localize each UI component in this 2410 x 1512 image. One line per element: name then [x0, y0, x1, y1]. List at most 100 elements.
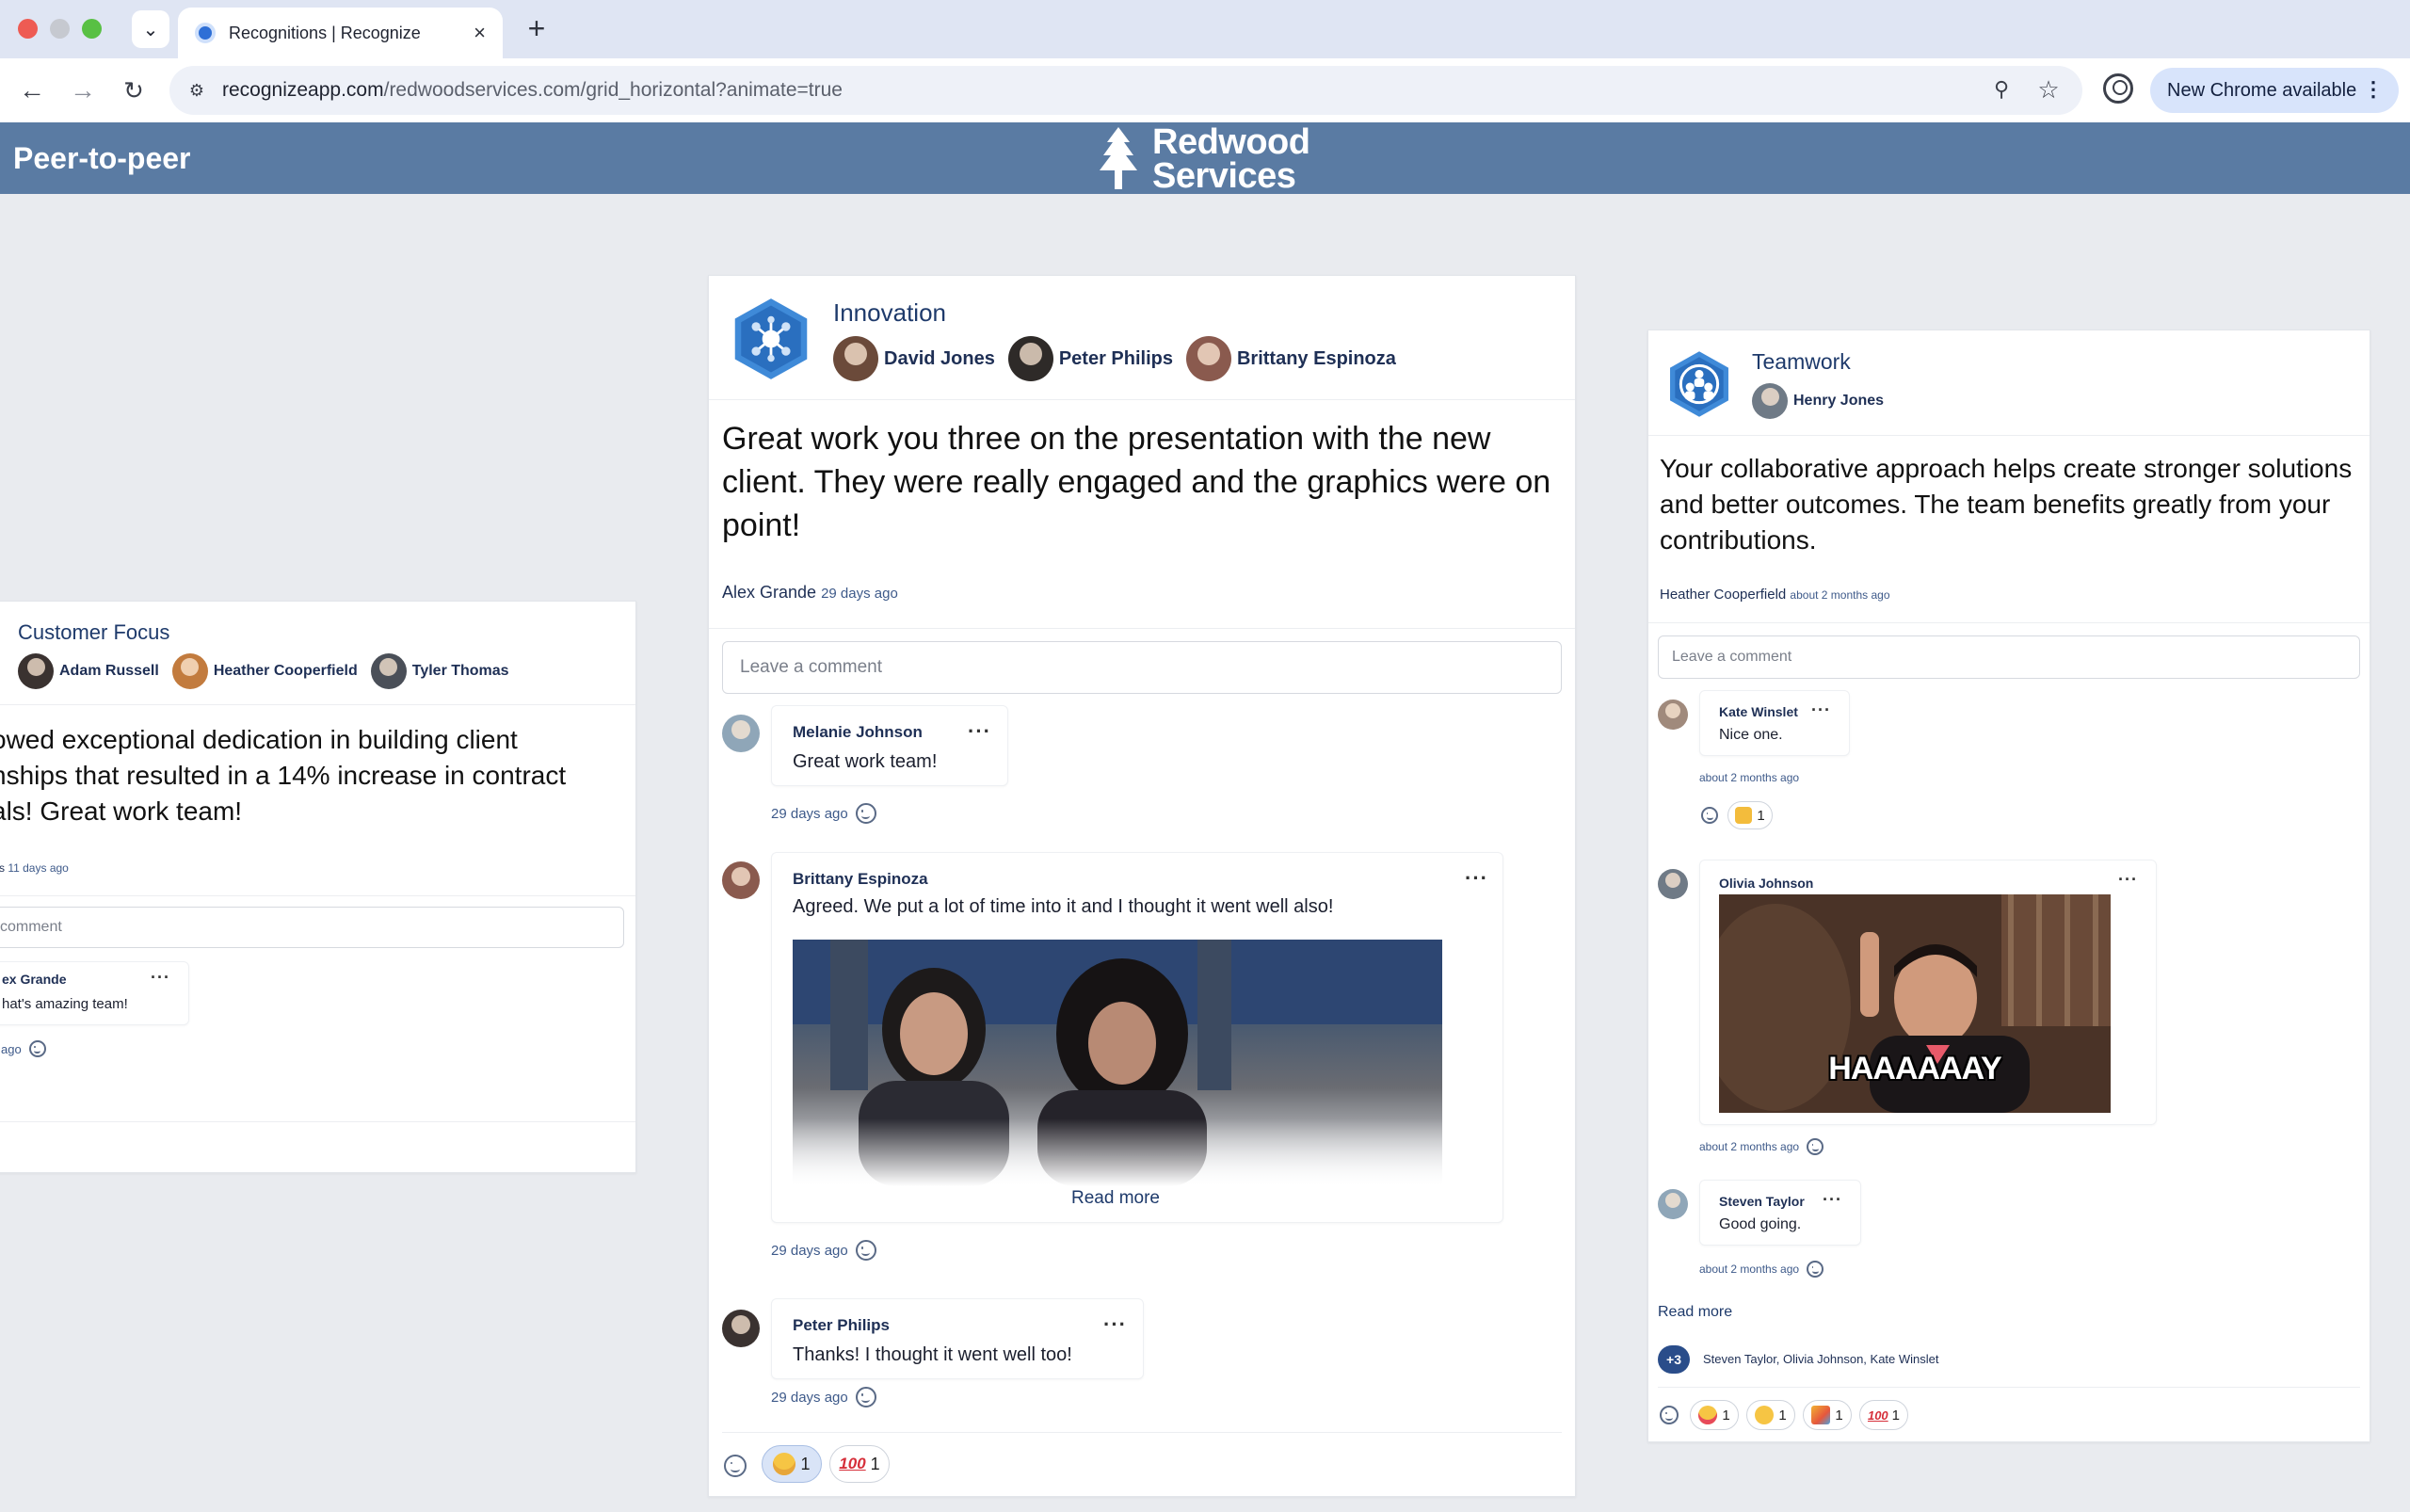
comment-input[interactable]: comment	[0, 907, 624, 948]
recipient[interactable]: Brittany Espinoza	[1185, 336, 1396, 381]
address-bar[interactable]: ⚙ recognizeapp.com/redwoodservices.com/g…	[169, 66, 2082, 115]
message-line: nships that resulted in a 14% increase i…	[0, 761, 567, 790]
logo-wordmark: Redwood Services	[1152, 124, 1310, 194]
recipient[interactable]: Tyler Thomas	[370, 653, 509, 689]
read-more-link[interactable]: Read more	[1071, 1188, 1160, 1209]
reload-icon[interactable]: ↻	[117, 73, 151, 107]
read-more-link[interactable]: Read more	[1658, 1304, 1732, 1321]
reaction-heart-eyes[interactable]: 1	[762, 1445, 822, 1483]
comment-placeholder: Leave a comment	[740, 657, 883, 677]
url-text[interactable]: recognizeapp.com/redwoodservices.com/gri…	[222, 79, 843, 102]
comment-avatar[interactable]	[722, 1310, 760, 1347]
reaction-hundred[interactable]: 100 1	[829, 1445, 890, 1483]
giver-name[interactable]: s	[0, 861, 5, 875]
comment-more-icon[interactable]: ···	[2118, 870, 2138, 890]
more-reactors-badge[interactable]: +3	[1658, 1345, 1690, 1374]
comment-author[interactable]: ex Grande	[2, 972, 66, 987]
giver-name[interactable]: Alex Grande	[722, 583, 816, 602]
recipient[interactable]: Peter Philips	[1007, 336, 1173, 381]
giver-line: Heather Cooperfield about 2 months ago	[1660, 587, 1890, 603]
comment-avatar[interactable]	[1658, 700, 1688, 730]
zoom-magnifier-icon[interactable]: ⚲	[1988, 77, 2015, 104]
divider	[1648, 622, 2370, 623]
comment-more-icon[interactable]: ···	[151, 968, 170, 988]
recognition-card-teamwork[interactable]: Teamwork Henry Jones Your collaborative …	[1647, 330, 2370, 1442]
chrome-menu-kebab-icon[interactable]: ⋮	[2363, 77, 2384, 102]
recipient[interactable]: David Jones	[833, 336, 995, 381]
comment-author[interactable]: Brittany Espinoza	[793, 870, 928, 889]
recipient-name: Adam Russell	[59, 663, 159, 679]
reaction-hundred[interactable]: 100 1	[1859, 1400, 1908, 1430]
gif-caption: HAAAAAAY	[1828, 1051, 2001, 1086]
add-reaction-smiley-icon[interactable]	[1807, 1138, 1824, 1155]
comment-more-icon[interactable]: ···	[1465, 866, 1488, 891]
tab-search-chevron-icon[interactable]: ⌄	[132, 10, 169, 48]
comment-bubble: Peter Philips Thanks! I thought it went …	[771, 1298, 1144, 1379]
message-line: owed exceptional dedication in building …	[0, 725, 518, 754]
comment-avatar[interactable]	[1658, 1189, 1688, 1219]
add-reaction-smiley-icon[interactable]	[724, 1455, 747, 1477]
recipient[interactable]: Henry Jones	[1752, 383, 1884, 419]
recipient[interactable]: Heather Cooperfield	[171, 653, 358, 689]
recognition-card-innovation[interactable]: Innovation David Jones Peter Philips Bri…	[708, 275, 1576, 1497]
page-header: Peer-to-peer Redwood Services	[0, 122, 2410, 194]
recipient[interactable]: Adam Russell	[18, 653, 159, 689]
comment-author[interactable]: Steven Taylor	[1719, 1194, 1805, 1209]
new-tab-plus-icon[interactable]: +	[520, 11, 554, 45]
timestamp: 29 days ago	[821, 586, 898, 602]
reaction-party-popper[interactable]: 1	[1803, 1400, 1852, 1430]
add-reaction-smiley-icon[interactable]	[1807, 1261, 1824, 1278]
reaction-thumbs-up[interactable]: 1	[1727, 801, 1773, 829]
comment-avatar[interactable]	[1658, 869, 1688, 899]
comment-text: hat's amazing team!	[2, 996, 128, 1012]
comment-author[interactable]: Peter Philips	[793, 1316, 890, 1335]
comment-avatar[interactable]	[722, 861, 760, 899]
comment-bubble: Melanie Johnson Great work team! ···	[771, 705, 1008, 786]
recognize-favicon-icon	[195, 23, 216, 43]
site-info-icon[interactable]: ⚙	[185, 78, 209, 103]
reaction-wink[interactable]: 1	[1746, 1400, 1795, 1430]
new-chrome-available-button[interactable]: New Chrome available ⋮	[2150, 68, 2399, 113]
add-reaction-smiley-icon[interactable]	[1660, 1406, 1679, 1424]
reaction-count: 1	[1757, 807, 1765, 824]
maximize-window-button[interactable]	[82, 19, 102, 39]
comment-input[interactable]: Leave a comment	[722, 641, 1562, 694]
tab-title: Recognitions | Recognize	[229, 23, 421, 42]
add-reaction-smiley-icon[interactable]	[28, 1040, 46, 1057]
reactors-list[interactable]: Steven Taylor, Olivia Johnson, Kate Wins…	[1703, 1352, 1939, 1366]
back-arrow-icon[interactable]: ←	[15, 73, 49, 107]
comment-gif-image[interactable]	[793, 940, 1442, 1186]
divider	[722, 1432, 1562, 1433]
comment-more-icon[interactable]: ···	[1103, 1312, 1127, 1337]
giver-line: s 11 days ago	[0, 861, 69, 875]
comment-author[interactable]: Olivia Johnson	[1719, 876, 1813, 891]
comment-gif-image[interactable]: HAAAAAAY	[1719, 894, 2111, 1113]
comment-more-icon[interactable]: ···	[1823, 1190, 1842, 1210]
comment-more-icon[interactable]: ···	[968, 719, 991, 744]
thumbs-up-emoji-icon	[1735, 807, 1753, 824]
reaction-heart-eyes[interactable]: 1	[1690, 1400, 1739, 1430]
profile-icon[interactable]	[2103, 73, 2133, 104]
bookmark-star-icon[interactable]: ☆	[2035, 75, 2062, 104]
comment-input[interactable]: Leave a comment	[1658, 635, 2360, 679]
message-line: als! Great work team!	[0, 796, 243, 826]
comment-author[interactable]: Melanie Johnson	[793, 723, 923, 742]
minimize-window-button[interactable]	[50, 19, 70, 39]
comment-avatar[interactable]	[722, 715, 760, 752]
browser-tab[interactable]: Recognitions | Recognize ×	[178, 8, 503, 58]
add-reaction-smiley-icon[interactable]	[855, 1240, 876, 1261]
close-window-button[interactable]	[18, 19, 38, 39]
add-reaction-smiley-icon[interactable]	[855, 1387, 876, 1407]
giver-name[interactable]: Heather Cooperfield	[1660, 587, 1786, 603]
forward-arrow-icon[interactable]: →	[66, 73, 100, 107]
comment-more-icon[interactable]: ···	[1811, 700, 1831, 720]
add-reaction-smiley-icon[interactable]	[855, 803, 876, 824]
close-tab-icon[interactable]: ×	[474, 21, 486, 45]
add-reaction-smiley-icon[interactable]	[1701, 807, 1718, 824]
comment-author[interactable]: Kate Winslet	[1719, 704, 1798, 719]
avatar	[171, 653, 208, 689]
party-popper-emoji-icon	[1811, 1406, 1831, 1424]
browser-tab-strip: ⌄ Recognitions | Recognize × +	[0, 0, 2410, 58]
value-name: Innovation	[833, 298, 946, 327]
recognition-card-customer-focus[interactable]: Customer Focus Adam Russell Heather Coop…	[0, 601, 636, 1173]
